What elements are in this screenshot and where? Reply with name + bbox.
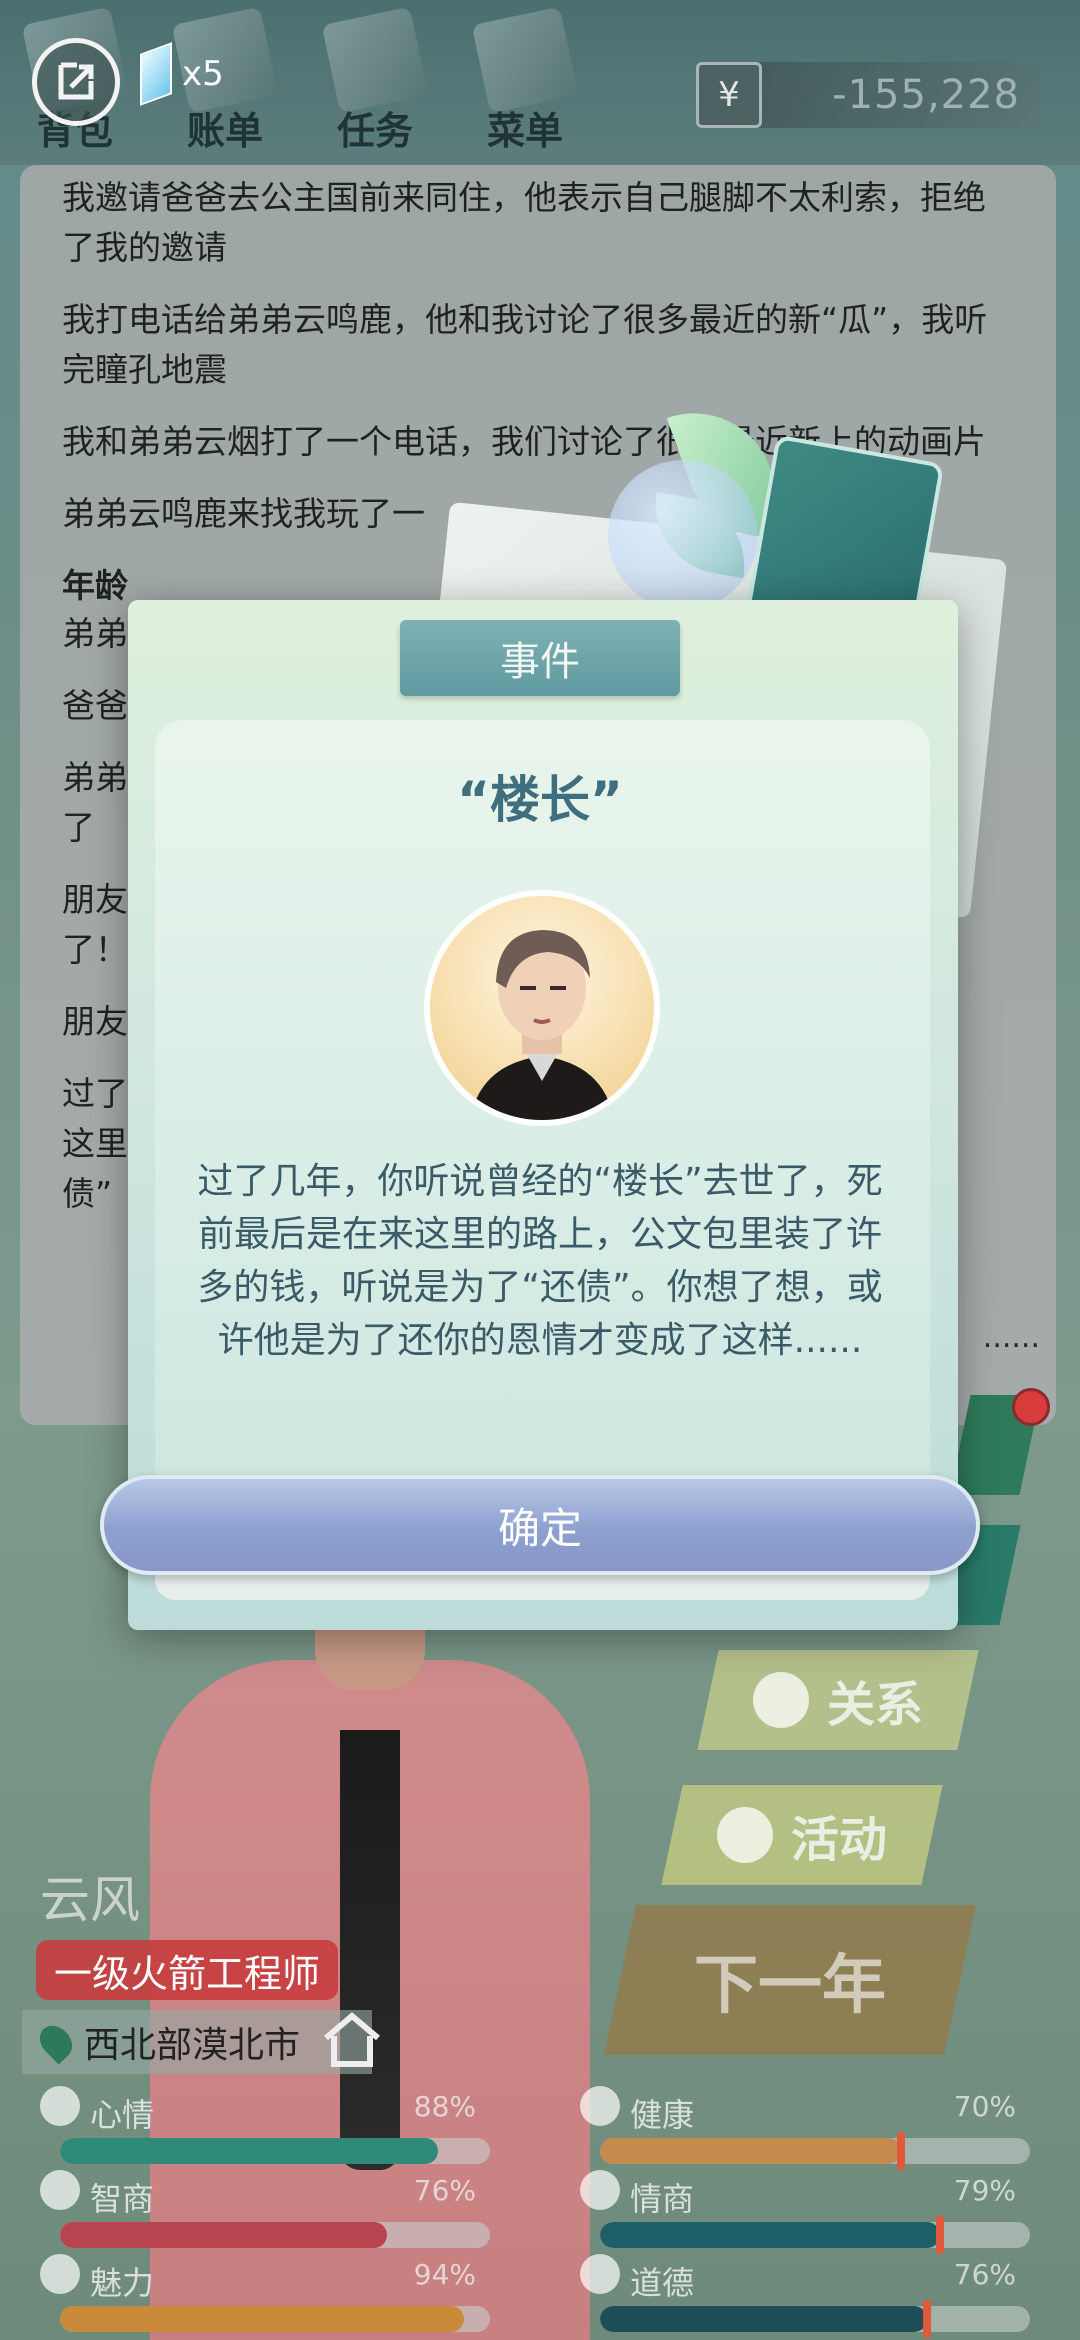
avatar-portrait [430,896,654,1120]
exit-button[interactable] [32,38,120,126]
event-avatar [424,890,660,1126]
event-tab: 事件 [400,620,680,696]
portrait-illustration [470,930,614,1120]
event-title: “楼长” [457,771,623,829]
gem-icon [140,42,172,106]
confirm-button[interactable]: 确定 [100,1475,980,1575]
event-description: 过了几年，你听说曾经的“楼长”去世了，死前最后是在来这里的路上，公文包里装了许多… [197,1161,883,1361]
gem-counter[interactable]: x5 [140,42,224,106]
bubble-decor [608,460,758,610]
exit-icon [58,62,94,100]
gem-count: x5 [182,54,224,94]
